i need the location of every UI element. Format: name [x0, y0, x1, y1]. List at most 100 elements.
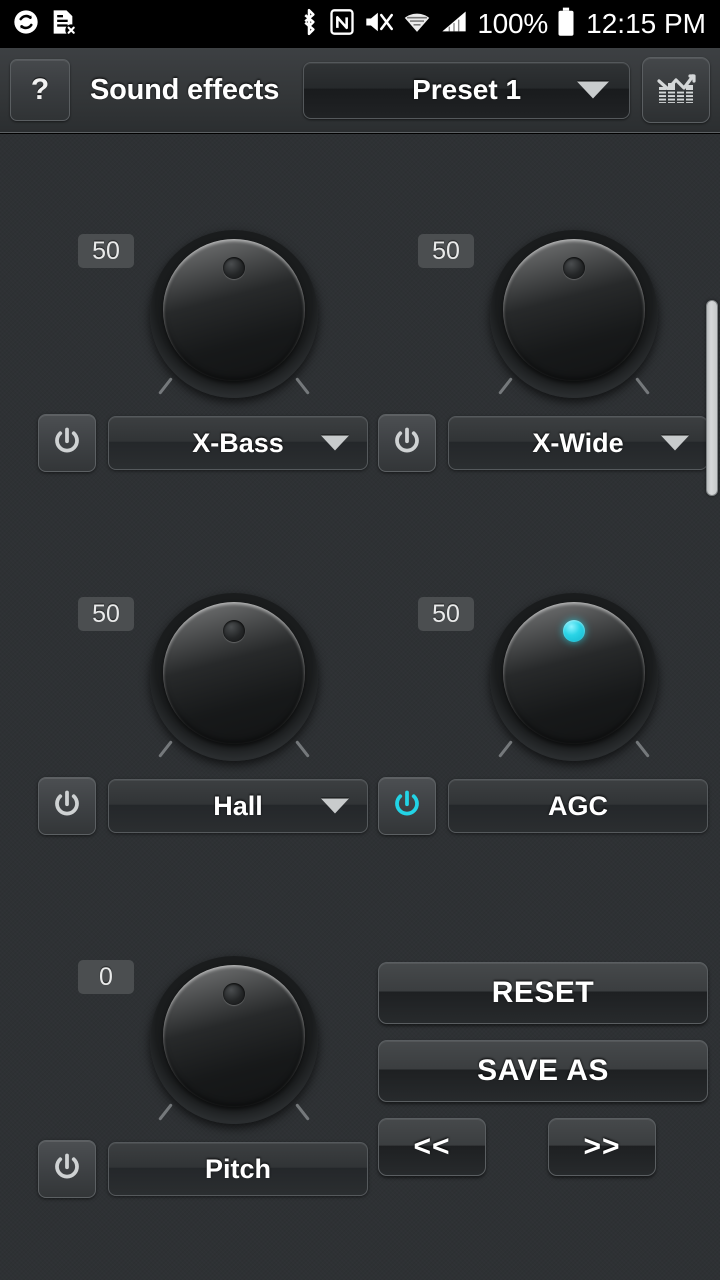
effect-dropdown-hall[interactable]: Hall: [108, 779, 368, 833]
power-icon: [392, 426, 422, 461]
knob-indicator-dot: [223, 257, 245, 279]
power-button-pitch[interactable]: [38, 1140, 96, 1198]
knob-tick-right: [295, 740, 310, 758]
knob-tick-right: [295, 1103, 310, 1121]
status-bar-right-icons: 100% 12:15 PM: [298, 7, 706, 42]
value-badge-x-wide: 50: [418, 234, 474, 268]
knob-body: [163, 602, 305, 744]
effect-dropdown-x-wide[interactable]: X-Wide: [448, 416, 708, 470]
effect-dropdown-label: Hall: [213, 790, 263, 821]
power-button-x-bass[interactable]: [38, 414, 96, 472]
effects-grid: 50 X-Bass 50 X-Wide 50 Hall 50 AGC 0 Pit…: [0, 134, 720, 1280]
effect-cell-hall: 50 Hall: [38, 589, 368, 836]
battery-full-icon: [557, 7, 575, 42]
nav-button-row: << >>: [378, 1118, 708, 1176]
effect-dropdown-label: X-Bass: [192, 427, 284, 458]
status-bar-clock: 12:15 PM: [586, 8, 706, 39]
knob-x-wide[interactable]: [486, 226, 662, 402]
knob-body: [163, 239, 305, 381]
effect-cell-agc: 50 AGC: [378, 589, 708, 836]
control-row-pitch: Pitch: [38, 1139, 368, 1199]
battery-percent-label: 100%: [477, 8, 549, 39]
help-button[interactable]: ?: [10, 59, 70, 121]
knob-tick-left: [498, 740, 513, 758]
effect-dropdown-x-bass[interactable]: X-Bass: [108, 416, 368, 470]
knob-body: [163, 965, 305, 1107]
value-badge-pitch: 0: [78, 960, 134, 994]
question-mark-icon: ?: [30, 73, 50, 106]
power-icon: [52, 789, 82, 824]
control-row-x-bass: X-Bass: [38, 413, 368, 473]
knob-area-x-bass: 50: [38, 226, 368, 401]
power-icon: [392, 789, 422, 824]
action-button-group: RESET SAVE AS << >>: [378, 962, 708, 1176]
knob-area-x-wide: 50: [378, 226, 708, 401]
knob-area-agc: 50: [378, 589, 708, 764]
status-bar-left-icons: [12, 8, 77, 41]
effect-cell-pitch: 0 Pitch: [38, 952, 368, 1199]
sound-effects-screen: 100% 12:15 PM ? Sound effects Preset 1 5…: [0, 0, 720, 1280]
cellular-signal-icon: [440, 8, 468, 41]
knob-x-bass[interactable]: [146, 226, 322, 402]
scrollbar-thumb[interactable]: [706, 300, 718, 496]
status-bar: 100% 12:15 PM: [0, 0, 720, 48]
effect-cell-x-bass: 50 X-Bass: [38, 226, 368, 473]
mute-icon: [364, 8, 394, 41]
knob-indicator-dot: [223, 620, 245, 642]
nfc-icon: [329, 8, 355, 41]
next-preset-button[interactable]: >>: [548, 1118, 656, 1176]
chevron-down-icon: [577, 81, 609, 99]
chevron-down-icon: [321, 798, 349, 814]
knob-body: [503, 239, 645, 381]
preset-dropdown-value: Preset 1: [412, 74, 522, 105]
equalizer-button[interactable]: [642, 57, 710, 123]
sync-circle-icon: [12, 8, 40, 41]
power-button-agc[interactable]: [378, 777, 436, 835]
knob-tick-left: [498, 377, 513, 395]
preset-dropdown[interactable]: Preset 1: [303, 61, 630, 119]
power-button-x-wide[interactable]: [378, 414, 436, 472]
knob-tick-right: [635, 377, 650, 395]
value-badge-x-bass: 50: [78, 234, 134, 268]
knob-tick-right: [295, 377, 310, 395]
reset-button[interactable]: RESET: [378, 962, 708, 1024]
knob-pitch[interactable]: [146, 952, 322, 1128]
knob-agc[interactable]: [486, 589, 662, 765]
save-as-button[interactable]: SAVE AS: [378, 1040, 708, 1102]
knob-tick-right: [635, 740, 650, 758]
vertical-scrollbar[interactable]: [706, 134, 720, 1280]
previous-preset-button[interactable]: <<: [378, 1118, 486, 1176]
effect-dropdown-agc[interactable]: AGC: [448, 779, 708, 833]
effect-cell-x-wide: 50 X-Wide: [378, 226, 708, 473]
control-row-hall: Hall: [38, 776, 368, 836]
control-row-x-wide: X-Wide: [378, 413, 708, 473]
chevron-down-icon: [321, 435, 349, 451]
equalizer-icon: [654, 67, 698, 114]
value-badge-agc: 50: [418, 597, 474, 631]
page-title: Sound effects: [90, 73, 280, 106]
knob-indicator-dot-active: [563, 620, 585, 642]
sim-card-error-icon: [50, 8, 77, 41]
wifi-icon: [403, 8, 431, 41]
knob-hall[interactable]: [146, 589, 322, 765]
power-icon: [52, 1152, 82, 1187]
effect-dropdown-pitch[interactable]: Pitch: [108, 1142, 368, 1196]
app-header: ? Sound effects Preset 1: [0, 48, 720, 133]
knob-tick-left: [158, 377, 173, 395]
knob-indicator-dot: [223, 983, 245, 1005]
effects-panel: 50 X-Bass 50 X-Wide 50 Hall 50 AGC 0 Pit…: [0, 134, 720, 1280]
knob-area-hall: 50: [38, 589, 368, 764]
bluetooth-icon: [298, 7, 320, 42]
knob-tick-left: [158, 740, 173, 758]
power-button-hall[interactable]: [38, 777, 96, 835]
knob-area-pitch: 0: [38, 952, 368, 1127]
knob-tick-left: [158, 1103, 173, 1121]
control-row-agc: AGC: [378, 776, 708, 836]
value-badge-hall: 50: [78, 597, 134, 631]
knob-indicator-dot: [563, 257, 585, 279]
power-icon: [52, 426, 82, 461]
chevron-down-icon: [661, 435, 689, 451]
effect-dropdown-label: X-Wide: [532, 427, 624, 458]
effect-dropdown-label: Pitch: [204, 1153, 271, 1184]
knob-body: [503, 602, 645, 744]
